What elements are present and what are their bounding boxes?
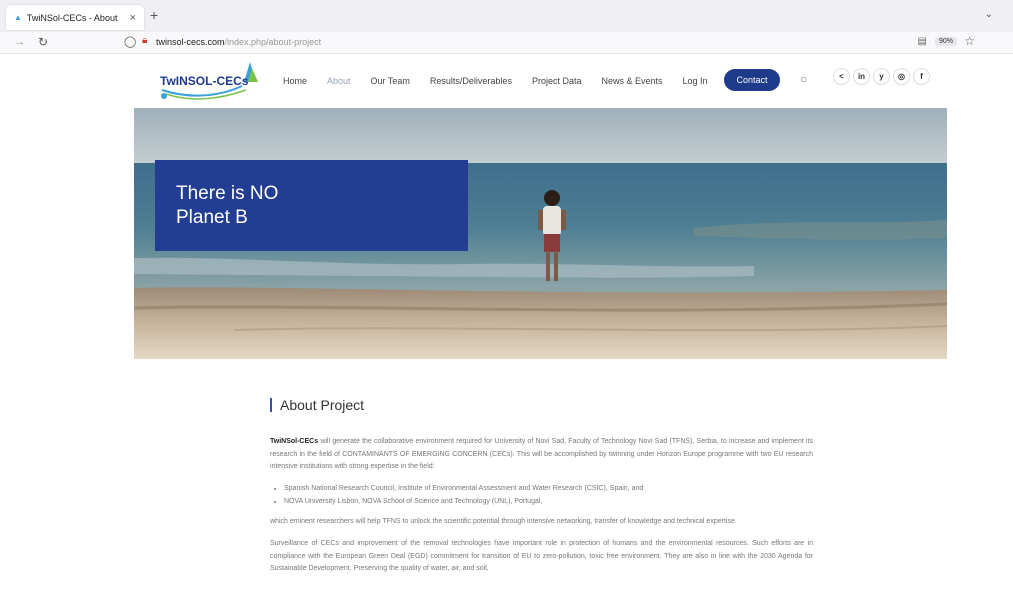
hero-line-2: Planet B [176,207,248,228]
intro-text: will generate the collaborative environm… [270,438,813,470]
logo-graphic: TwINSOL-CECs [160,62,258,100]
reload-icon[interactable]: ↻ [38,35,48,49]
nav-about[interactable]: About [327,76,351,86]
list-item: NOVA University Lisbon, NOVA School of S… [284,495,813,508]
linkedin-icon[interactable]: in [853,68,870,85]
project-name: TwiNSol-CECs [270,438,319,445]
address-bar: → ↻ ◯ 🔒︎ twinsol-cecs.com/index.php/abou… [0,32,1013,54]
partner-list: Spanish National Research Council, Insti… [270,482,813,508]
share-icon[interactable]: < [833,68,850,85]
nav-results[interactable]: Results/Deliverables [430,76,512,86]
browser-tab-bar: ▲ TwiNSol-CECs - About × + ⌄ [0,0,1013,32]
facebook-icon[interactable]: f [913,68,930,85]
site-logo[interactable]: TwINSOL-CECs [156,60,260,102]
site-header: TwINSOL-CECs Home About Our Team Results… [0,54,1013,108]
tab-title: TwiNSol-CECs - About [26,12,118,23]
nav-our-team[interactable]: Our Team [371,76,410,86]
intro-paragraph: TwiNSol-CECs will generate the collabora… [270,436,813,474]
logo-text: TwINSOL-CECs [160,74,249,88]
tab-close-icon[interactable]: × [130,12,136,24]
list-item: Spanish National Research Council, Insti… [284,482,813,495]
tracking-shield-icon[interactable]: ◯ [124,35,136,48]
reader-view-icon[interactable]: ▤ [918,36,927,47]
search-icon[interactable]: ○ [800,72,807,86]
url-domain: twinsol-cecs.com [156,37,225,47]
twitter-icon[interactable]: y [873,68,890,85]
tab-list-chevron-icon[interactable]: ⌄ [985,9,993,20]
paragraph-2: which eminent researchers will help TFNS… [270,517,737,525]
lock-icon[interactable]: 🔒︎ [142,35,147,46]
nav-log-in[interactable]: Log In [683,76,708,86]
site-favicon-icon: ▲ [14,13,22,22]
main-nav: Home About Our Team Results/Deliverables… [283,76,728,86]
about-content: About Project TwiNSol-CECs will generate… [270,398,813,576]
paragraph-3: Surveillance of CECs and improvement of … [270,540,813,572]
nav-project-data[interactable]: Project Data [532,76,582,86]
bookmark-star-icon[interactable]: ☆ [964,34,975,48]
section-heading: About Project [270,398,813,412]
nav-home[interactable]: Home [283,76,307,86]
hero-banner: There is NO Planet B [134,108,947,359]
back-arrow-icon[interactable]: → [14,36,25,48]
new-tab-icon[interactable]: + [150,7,158,23]
url-field[interactable]: twinsol-cecs.com/index.php/about-project [156,37,321,47]
browser-tab[interactable]: ▲ TwiNSol-CECs - About × [6,5,144,30]
instagram-icon[interactable]: ◎ [893,68,910,85]
nav-news-events[interactable]: News & Events [601,76,662,86]
contact-button[interactable]: Contact [724,69,780,91]
url-path: /index.php/about-project [224,37,322,47]
hero-slogan-box: There is NO Planet B [155,160,468,251]
social-links: < in y ◎ f [833,68,930,85]
zoom-level[interactable]: 90% [934,37,957,46]
hero-line-1: There is NO [176,183,279,204]
